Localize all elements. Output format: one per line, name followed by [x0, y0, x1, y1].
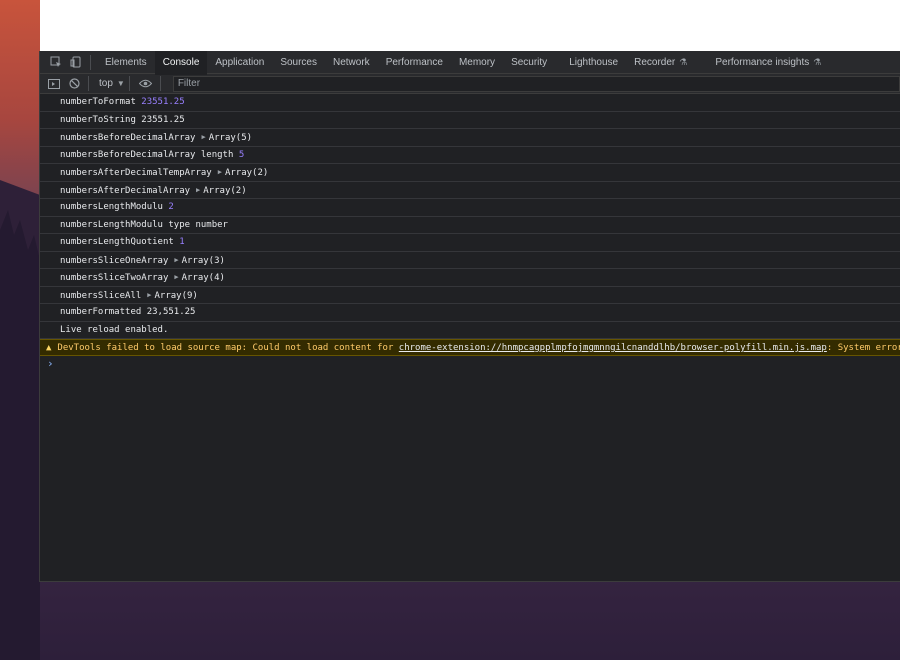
console-warning: ▲ DevTools failed to load source map: Cou… [40, 339, 900, 356]
console-filter-input[interactable] [172, 75, 900, 92]
show-sidebar-icon[interactable] [44, 72, 64, 95]
expand-triangle-icon[interactable]: ▶ [218, 168, 222, 176]
log-object-value[interactable]: Array(2) [225, 168, 268, 178]
warning-text-suffix: : System error: ne [826, 343, 900, 353]
log-object-value[interactable]: Array(5) [209, 133, 252, 143]
log-label: numbersSliceAll [60, 290, 142, 301]
log-object-value[interactable]: Array(2) [203, 186, 246, 196]
tab-performance[interactable]: Performance [378, 51, 451, 74]
warning-icon: ▲ [46, 343, 52, 353]
log-number-value: 2 [168, 202, 174, 212]
console-message: numbersAfterDecimalArray ▶ Array(2) [40, 182, 900, 199]
console-message: numberToString 23551.25 [40, 112, 900, 129]
log-label: numbersLengthModulu type number [60, 219, 228, 230]
console-message: numbersBeforeDecimalArray length 5 [40, 147, 900, 164]
tab-console[interactable]: Console [154, 51, 208, 75]
source-map-link[interactable]: chrome-extension://hnmpcagpplmpfojmgmnng… [399, 343, 827, 353]
console-message: numbersLengthModulu type number [40, 217, 900, 234]
toolbar-divider [90, 54, 91, 70]
tab-performance-insights-label: Performance insights [715, 56, 810, 68]
console-message: numbersSliceAll ▶ Array(9) [40, 287, 900, 304]
web-page-viewport [40, 0, 900, 51]
tab-sources[interactable]: Sources [272, 51, 325, 74]
log-label: Live reload enabled. [60, 324, 169, 335]
expand-triangle-icon[interactable]: ▶ [196, 186, 200, 194]
live-expression-eye-icon[interactable] [136, 72, 156, 95]
log-label: numbersBeforeDecimalArray [60, 133, 196, 143]
log-number-value: 23551.25 [141, 97, 185, 107]
warning-text: DevTools failed to load source map: Coul… [57, 343, 399, 353]
console-message: numbersBeforeDecimalArray ▶ Array(5) [40, 129, 900, 147]
log-label: numberToString [60, 114, 136, 125]
log-object-value[interactable]: Array(3) [182, 256, 225, 266]
console-prompt[interactable]: › [40, 356, 900, 372]
experimental-flask-icon: ⚗ [679, 56, 688, 67]
toolbar-divider [159, 76, 161, 91]
console-message: numbersAfterDecimalTempArray ▶ Array(2) [40, 164, 900, 182]
devtools-tab-bar: Elements Console Application Sources Net… [40, 51, 900, 75]
log-string-value: 23551.25 [141, 114, 185, 125]
tab-recorder-label: Recorder [634, 56, 676, 68]
log-string-value: 23,551.25 [146, 307, 196, 317]
tab-security[interactable]: Security [503, 51, 555, 74]
toolbar-divider [128, 76, 130, 91]
context-label: top [99, 78, 113, 89]
console-message: numbersLengthModulu 2 [40, 199, 900, 217]
log-number-value: 5 [238, 149, 245, 160]
expand-triangle-icon[interactable]: ▶ [201, 133, 205, 141]
log-object-value[interactable]: Array(9) [155, 291, 198, 301]
tab-network[interactable]: Network [325, 51, 378, 74]
log-label: numbersAfterDecimalTempArray [60, 168, 212, 178]
log-label: numberToFormat [60, 97, 136, 107]
expand-triangle-icon[interactable]: ▶ [147, 291, 151, 299]
desktop-background-trees [0, 180, 40, 660]
tab-application[interactable]: Application [207, 51, 272, 74]
log-label: numbersLengthQuotient [60, 237, 174, 247]
experimental-flask-icon: ⚗ [813, 56, 822, 67]
clear-console-icon[interactable] [64, 72, 84, 95]
log-label: numbersAfterDecimalArray [60, 185, 191, 196]
log-label: numberFormatted [60, 307, 142, 317]
toolbar-divider [88, 76, 89, 91]
tab-recorder[interactable]: Recorder ⚗ [626, 51, 695, 74]
console-message: numbersLengthQuotient 1 [40, 234, 900, 252]
console-message: numberToFormat 23551.25 [40, 94, 900, 112]
log-number-value: 1 [179, 237, 185, 247]
chevron-down-icon: ▼ [116, 79, 125, 88]
tab-performance-insights[interactable]: Performance insights ⚗ [707, 51, 829, 74]
javascript-context-select[interactable]: top ▼ [99, 78, 125, 89]
log-label: numbersBeforeDecimalArray length [60, 149, 234, 160]
console-message: numbersSliceOneArray ▶ Array(3) [40, 252, 900, 269]
log-object-value[interactable]: Array(4) [182, 273, 225, 283]
console-filter-bar: top ▼ [40, 74, 900, 94]
tab-memory[interactable]: Memory [451, 51, 503, 74]
devtools-panel: Elements Console Application Sources Net… [39, 51, 900, 582]
log-label: numbersSliceTwoArray [60, 273, 169, 283]
log-label: numbersLengthModulu [60, 202, 163, 212]
inspect-element-icon[interactable] [46, 51, 66, 74]
expand-triangle-icon[interactable]: ▶ [174, 256, 178, 264]
prompt-chevron-icon: › [47, 357, 54, 370]
device-toolbar-icon[interactable] [66, 51, 86, 74]
tab-elements[interactable]: Elements [97, 51, 155, 74]
tab-lighthouse[interactable]: Lighthouse [561, 51, 626, 74]
log-label: numbersSliceOneArray [60, 255, 169, 266]
console-log: numberToFormat 23551.25 numberToString 2… [40, 94, 900, 372]
console-message: Live reload enabled. [40, 322, 900, 339]
console-message: numberFormatted 23,551.25 [40, 304, 900, 322]
console-message: numbersSliceTwoArray ▶ Array(4) [40, 269, 900, 287]
expand-triangle-icon[interactable]: ▶ [174, 273, 178, 281]
